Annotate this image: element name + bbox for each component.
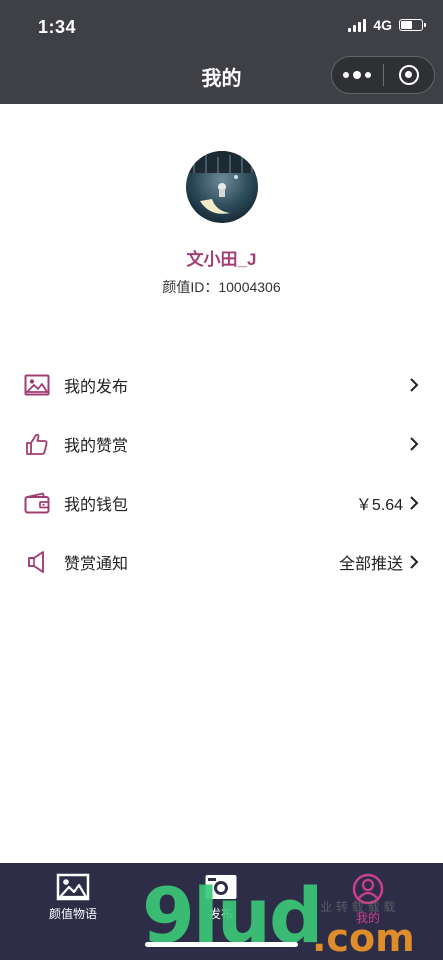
avatar[interactable] bbox=[186, 151, 258, 223]
mini-program-capsule bbox=[331, 56, 435, 94]
menu-item-my-wallet[interactable]: 我的钱包 ￥5.64 bbox=[0, 476, 443, 530]
thumbs-up-icon bbox=[23, 430, 51, 458]
menu-label: 赞赏通知 bbox=[64, 556, 129, 573]
username: 文小田_J bbox=[186, 250, 257, 269]
menu-item-my-posts[interactable]: 我的发布 bbox=[0, 358, 443, 412]
user-icon bbox=[352, 873, 384, 905]
speaker-icon bbox=[23, 548, 51, 576]
tab-label: 颜值物语 bbox=[48, 907, 97, 921]
chevron-right-icon bbox=[410, 437, 419, 451]
tab-publish[interactable]: 发布 bbox=[166, 873, 276, 922]
image-icon bbox=[23, 371, 51, 399]
battery-icon bbox=[399, 19, 426, 31]
network-label: 4G bbox=[373, 17, 392, 33]
wallet-balance: ￥5.64 bbox=[355, 497, 403, 514]
menu-item-reward-notifications[interactable]: 赞赏通知 全部推送 bbox=[0, 535, 443, 589]
status-time: 1:34 bbox=[38, 17, 77, 37]
more-button[interactable] bbox=[332, 57, 383, 93]
menu-label: 我的赞赏 bbox=[64, 438, 129, 455]
chevron-right-icon bbox=[410, 496, 419, 510]
camera-icon bbox=[205, 875, 237, 899]
status-icons: 4G bbox=[348, 17, 426, 33]
tab-label: 我的 bbox=[355, 911, 380, 925]
tab-mine[interactable]: 我的 bbox=[313, 873, 423, 926]
menu-item-my-rewards[interactable]: 我的赞赏 bbox=[0, 417, 443, 471]
chevron-right-icon bbox=[410, 378, 419, 392]
home-indicator bbox=[145, 942, 298, 947]
more-dots-icon bbox=[343, 71, 372, 79]
tab-label: 发布 bbox=[208, 907, 233, 921]
top-bar: 1:34 4G 我的 bbox=[0, 0, 443, 104]
notification-setting: 全部推送 bbox=[338, 556, 403, 573]
menu-label: 我的发布 bbox=[64, 379, 129, 396]
close-mini-program-button[interactable] bbox=[384, 57, 435, 93]
wallet-icon bbox=[23, 489, 51, 517]
target-icon bbox=[398, 65, 419, 85]
chevron-right-icon bbox=[410, 555, 419, 569]
signal-icon bbox=[348, 18, 367, 32]
picture-icon bbox=[56, 873, 90, 901]
user-id: 颜值ID：10004306 bbox=[162, 279, 281, 295]
menu-label: 我的钱包 bbox=[64, 497, 129, 514]
tab-beauty-stories[interactable]: 颜值物语 bbox=[18, 873, 128, 922]
